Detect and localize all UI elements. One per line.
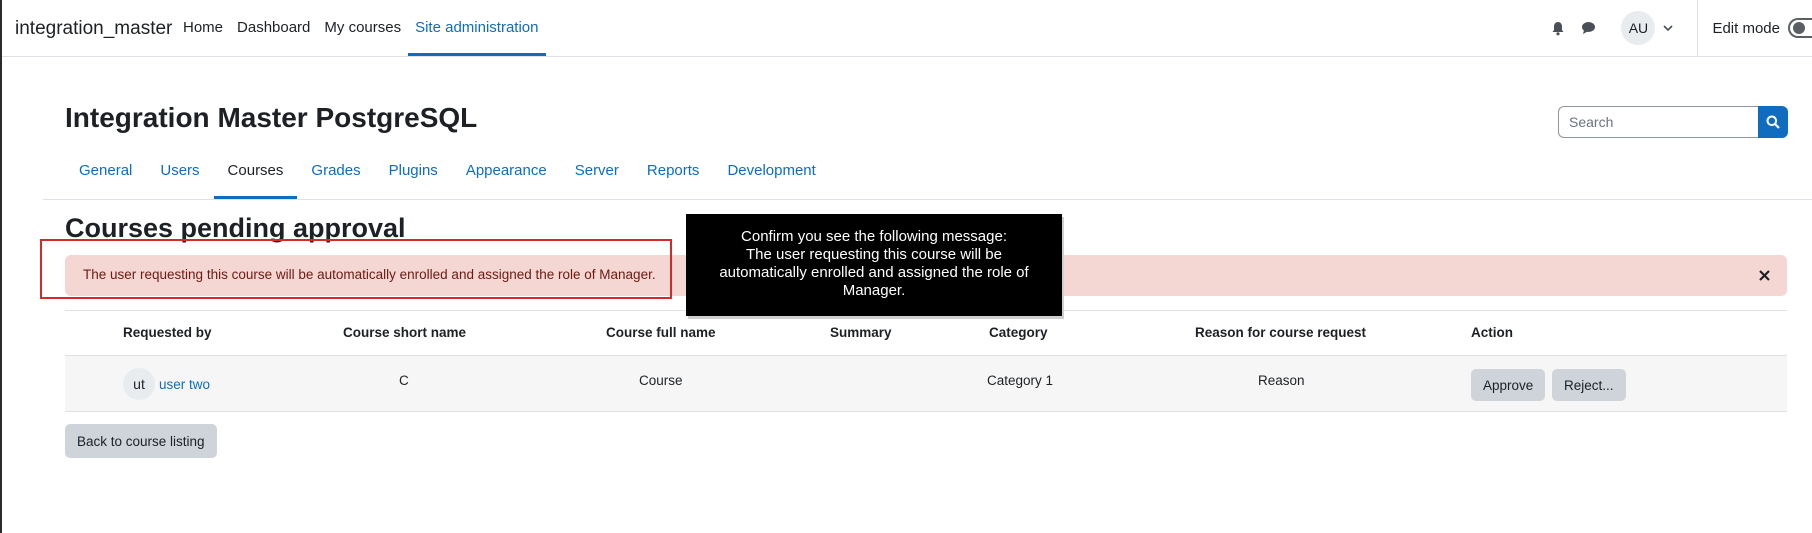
tab-reports[interactable]: Reports bbox=[633, 155, 714, 199]
header-reason: Reason for course request bbox=[1195, 325, 1367, 340]
chevron-down-icon bbox=[1663, 22, 1675, 34]
tab-development[interactable]: Development bbox=[713, 155, 829, 199]
short-name-cell: C bbox=[399, 373, 409, 388]
section-heading: Courses pending approval bbox=[65, 213, 406, 243]
header-short-name: Course short name bbox=[343, 325, 467, 340]
edit-mode-label: Edit mode bbox=[1712, 19, 1780, 37]
page-title: Integration Master PostgreSQL bbox=[65, 102, 478, 133]
admin-tabs: General Users Courses Grades Plugins App… bbox=[65, 155, 830, 199]
tab-courses[interactable]: Courses bbox=[213, 155, 298, 199]
user-avatar: ut bbox=[123, 368, 155, 400]
nav-site-administration-link[interactable]: Site administration bbox=[408, 0, 546, 56]
search-button[interactable] bbox=[1758, 106, 1788, 138]
search-icon bbox=[1766, 115, 1780, 129]
search-input[interactable] bbox=[1558, 106, 1758, 138]
tab-users[interactable]: Users bbox=[146, 155, 213, 199]
nav-dashboard-link[interactable]: Dashboard bbox=[230, 0, 317, 56]
requested-by-cell: ut user two bbox=[123, 368, 210, 400]
alert-close-button[interactable] bbox=[1755, 266, 1773, 284]
table-header-row: Requested by Course short name Course fu… bbox=[65, 310, 1787, 356]
back-to-course-listing-button[interactable]: Back to course listing bbox=[65, 424, 217, 458]
nav-my-courses-link[interactable]: My courses bbox=[317, 0, 408, 56]
primary-navigation: Home Dashboard My courses Site administr… bbox=[176, 0, 546, 56]
window-frame-left bbox=[0, 0, 2, 533]
edit-mode-switch[interactable]: Edit mode bbox=[1712, 18, 1812, 38]
alert-text: The user requesting this course will be … bbox=[83, 267, 656, 282]
category-cell: Category 1 bbox=[987, 373, 1054, 388]
notifications-button[interactable] bbox=[1543, 13, 1573, 43]
bell-icon bbox=[1552, 21, 1564, 35]
top-navbar: integration_master Home Dashboard My cou… bbox=[0, 0, 1812, 57]
chat-icon bbox=[1581, 22, 1595, 34]
admin-search bbox=[1558, 106, 1788, 138]
tab-appearance[interactable]: Appearance bbox=[452, 155, 561, 199]
navbar-divider bbox=[1697, 0, 1699, 56]
avatar: AU bbox=[1621, 11, 1656, 45]
site-brand[interactable]: integration_master bbox=[15, 18, 172, 40]
header-category: Category bbox=[989, 325, 1048, 340]
user-menu-toggle[interactable]: AU bbox=[1621, 11, 1675, 45]
table-row: ut user two C Course Category 1 Reason A… bbox=[65, 356, 1787, 412]
header-summary: Summary bbox=[830, 325, 892, 340]
header-action: Action bbox=[1471, 325, 1513, 340]
toggle-knob bbox=[1793, 22, 1805, 34]
full-name-cell: Course bbox=[639, 373, 683, 388]
confirmation-callout: Confirm you see the following message: T… bbox=[686, 214, 1062, 316]
tab-grades[interactable]: Grades bbox=[297, 155, 374, 199]
header-full-name: Course full name bbox=[606, 325, 716, 340]
tab-plugins[interactable]: Plugins bbox=[375, 155, 452, 199]
header-requested-by: Requested by bbox=[123, 325, 212, 340]
tab-general[interactable]: General bbox=[65, 155, 146, 199]
messages-button[interactable] bbox=[1573, 13, 1603, 43]
close-icon bbox=[1758, 269, 1770, 281]
nav-home-link[interactable]: Home bbox=[176, 0, 230, 56]
reject-button[interactable]: Reject... bbox=[1552, 369, 1626, 401]
course-requests-table: Requested by Course short name Course fu… bbox=[65, 310, 1787, 412]
tabs-divider bbox=[43, 199, 1812, 200]
callout-text: Confirm you see the following message: T… bbox=[719, 228, 1029, 299]
edit-mode-toggle[interactable] bbox=[1788, 18, 1812, 38]
user-link[interactable]: user two bbox=[159, 377, 210, 392]
approve-button[interactable]: Approve bbox=[1471, 369, 1546, 401]
tab-server[interactable]: Server bbox=[561, 155, 633, 199]
reason-cell: Reason bbox=[1258, 373, 1305, 388]
navbar-user-area: AU Edit mode bbox=[1543, 0, 1812, 56]
